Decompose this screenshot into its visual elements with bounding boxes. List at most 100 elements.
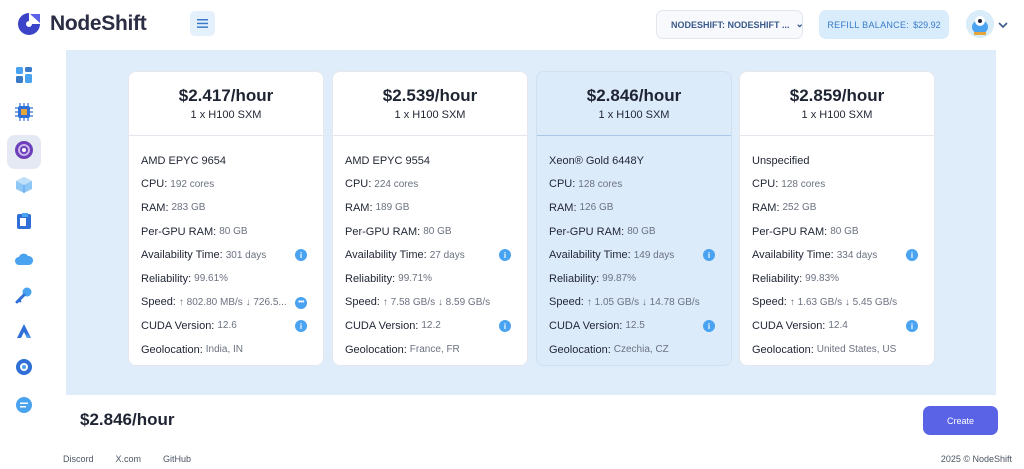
spec-cpu: CPU: 192 cores bbox=[141, 173, 311, 197]
spec-cpu-name: Xeon® Gold 6448Y bbox=[549, 149, 719, 173]
info-icon[interactable]: i bbox=[295, 320, 307, 333]
menu-toggle-button[interactable] bbox=[190, 11, 215, 36]
organization-select[interactable]: NODESHIFT: NODESHIFT ... ⌄ bbox=[656, 10, 803, 39]
spec-value: 128 cores bbox=[781, 178, 826, 190]
spec-value: 27 days bbox=[429, 249, 465, 261]
spec-value: ↑ 1.63 GB/s ↓ 5.45 GB/s bbox=[789, 296, 898, 308]
spec-label: CUDA Version: bbox=[345, 319, 419, 332]
spec-availability: Availability Time: 27 days i bbox=[345, 243, 515, 267]
card-specs: AMD EPYC 9654 CPU: 192 cores RAM: 283 GB P… bbox=[129, 136, 323, 361]
spec-value: 301 days bbox=[225, 249, 267, 261]
more-icon[interactable]: ••• bbox=[295, 296, 307, 309]
footer-link-x[interactable]: X.com bbox=[116, 454, 142, 464]
info-icon[interactable]: i bbox=[906, 249, 918, 262]
card-specs: Unspecified CPU: 128 cores RAM: 252 GB Per… bbox=[740, 136, 934, 361]
spec-cuda: CUDA Version: 12.2 i bbox=[345, 314, 515, 338]
info-icon[interactable]: i bbox=[703, 249, 715, 262]
spec-value: 12.6 bbox=[217, 320, 237, 332]
refill-balance-label: REFILL BALANCE: bbox=[827, 19, 910, 30]
footer-link-discord[interactable]: Discord bbox=[63, 454, 94, 464]
user-menu[interactable] bbox=[966, 10, 1008, 38]
info-icon[interactable]: i bbox=[499, 249, 511, 262]
spec-value: 80 GB bbox=[423, 226, 452, 238]
sidebar-item-storage[interactable] bbox=[7, 206, 41, 240]
key-icon bbox=[15, 286, 33, 309]
gpu-offer-card[interactable]: $2.859/hour 1 x H100 SXM Unspecified CPU… bbox=[739, 71, 935, 366]
spec-value: 189 GB bbox=[375, 202, 410, 214]
offer-price: $2.417/hour bbox=[178, 86, 274, 105]
footer-link-github[interactable]: GitHub bbox=[163, 454, 191, 464]
spec-label: Geolocation: bbox=[752, 343, 814, 356]
info-icon[interactable]: i bbox=[295, 249, 307, 262]
info-icon[interactable]: i bbox=[906, 320, 918, 333]
sidebar-item-gpu[interactable] bbox=[7, 135, 41, 169]
sidebar-item-ssh-keys[interactable] bbox=[7, 280, 41, 314]
spec-label: CUDA Version: bbox=[141, 319, 215, 332]
spec-label: Availability Time: bbox=[549, 249, 631, 262]
network-icon bbox=[15, 358, 33, 381]
spec-label: Reliability: bbox=[752, 272, 803, 285]
sidebar-item-dashboard[interactable] bbox=[7, 60, 41, 94]
chip-icon bbox=[15, 102, 33, 126]
spec-speed: Speed: ↑ 1.63 GB/s ↓ 5.45 GB/s bbox=[752, 291, 922, 315]
cpu-name-value: AMD EPYC 9554 bbox=[345, 154, 430, 167]
spec-value: France, FR bbox=[409, 344, 460, 356]
spec-cpu: CPU: 128 cores bbox=[549, 173, 719, 197]
spec-value: 80 GB bbox=[219, 226, 248, 238]
card-specs: AMD EPYC 9554 CPU: 224 cores RAM: 189 GB P… bbox=[333, 136, 527, 361]
spec-label: CUDA Version: bbox=[752, 319, 826, 332]
sidebar-item-containers[interactable] bbox=[7, 170, 41, 204]
cube-icon bbox=[15, 176, 33, 199]
spec-label: Speed: bbox=[345, 296, 380, 309]
card-header: $2.859/hour 1 x H100 SXM bbox=[740, 72, 934, 136]
spec-value: ↑ 1.05 GB/s ↓ 14.78 GB/s bbox=[586, 296, 700, 308]
spec-value: ↑ 7.58 GB/s ↓ 8.59 GB/s bbox=[382, 296, 491, 308]
spec-reliability: Reliability: 99.87% bbox=[549, 267, 719, 291]
gpu-icon bbox=[14, 140, 34, 165]
spec-ram: RAM: 283 GB bbox=[141, 196, 311, 220]
gpu-offer-card-selected[interactable]: $2.846/hour 1 x H100 SXM Xeon® Gold 6448… bbox=[536, 71, 732, 366]
sidebar-item-deploy[interactable] bbox=[7, 316, 41, 350]
sidebar-item-cloud[interactable] bbox=[7, 244, 41, 278]
spec-value: 12.5 bbox=[625, 320, 645, 332]
spec-ram: RAM: 189 GB bbox=[345, 196, 515, 220]
organization-select-value: NODESHIFT: NODESHIFT ... bbox=[671, 19, 790, 30]
spec-geolocation: Geolocation: United States, US bbox=[752, 338, 922, 362]
spec-ram: RAM: 252 GB bbox=[752, 196, 922, 220]
sidebar-item-network[interactable] bbox=[7, 352, 41, 386]
offer-gpu: 1 x H100 SXM bbox=[190, 109, 262, 121]
create-button[interactable]: Create bbox=[923, 406, 998, 435]
offer-gpu: 1 x H100 SXM bbox=[801, 109, 873, 121]
spec-ram: RAM: 126 GB bbox=[549, 196, 719, 220]
spec-label: Availability Time: bbox=[141, 249, 223, 262]
refill-balance-button[interactable]: REFILL BALANCE: $29.92 bbox=[819, 10, 949, 39]
info-icon[interactable]: i bbox=[499, 320, 511, 333]
spec-geolocation: Geolocation: Czechia, CZ bbox=[549, 338, 719, 362]
gpu-offer-card[interactable]: $2.539/hour 1 x H100 SXM AMD EPYC 9554 C… bbox=[332, 71, 528, 366]
cpu-name-value: Xeon® Gold 6448Y bbox=[549, 154, 644, 167]
spec-per-gpu-ram: Per-GPU RAM: 80 GB bbox=[549, 220, 719, 244]
brand-name: NodeShift bbox=[50, 12, 147, 35]
spec-geolocation: Geolocation: France, FR bbox=[345, 338, 515, 362]
spec-cpu: CPU: 128 cores bbox=[752, 173, 922, 197]
brand-logo[interactable]: NodeShift bbox=[16, 11, 147, 37]
gpu-offer-card[interactable]: $2.417/hour 1 x H100 SXM AMD EPYC 9654 C… bbox=[128, 71, 324, 366]
total-price: $2.846/hour bbox=[80, 410, 175, 429]
sidebar-item-support[interactable] bbox=[7, 390, 41, 424]
spec-per-gpu-ram: Per-GPU RAM: 80 GB bbox=[345, 220, 515, 244]
spec-geolocation: Geolocation: India, IN bbox=[141, 338, 311, 362]
spec-value: 224 cores bbox=[374, 178, 419, 190]
spec-value: 99.83% bbox=[805, 273, 840, 285]
spec-label: CPU: bbox=[345, 178, 372, 191]
spec-label: RAM: bbox=[141, 201, 169, 214]
copyright: 2025 © NodeShift bbox=[940, 454, 1012, 464]
spec-cuda: CUDA Version: 12.5 i bbox=[549, 314, 719, 338]
spec-label: RAM: bbox=[549, 201, 577, 214]
info-icon[interactable]: i bbox=[703, 320, 715, 333]
card-header: $2.539/hour 1 x H100 SXM bbox=[333, 72, 527, 136]
spec-cpu-name: Unspecified bbox=[752, 149, 922, 173]
sidebar-item-compute[interactable] bbox=[7, 97, 41, 131]
storage-icon bbox=[15, 212, 33, 235]
card-header: $2.417/hour 1 x H100 SXM bbox=[129, 72, 323, 136]
spec-value: 99.61% bbox=[194, 273, 229, 285]
